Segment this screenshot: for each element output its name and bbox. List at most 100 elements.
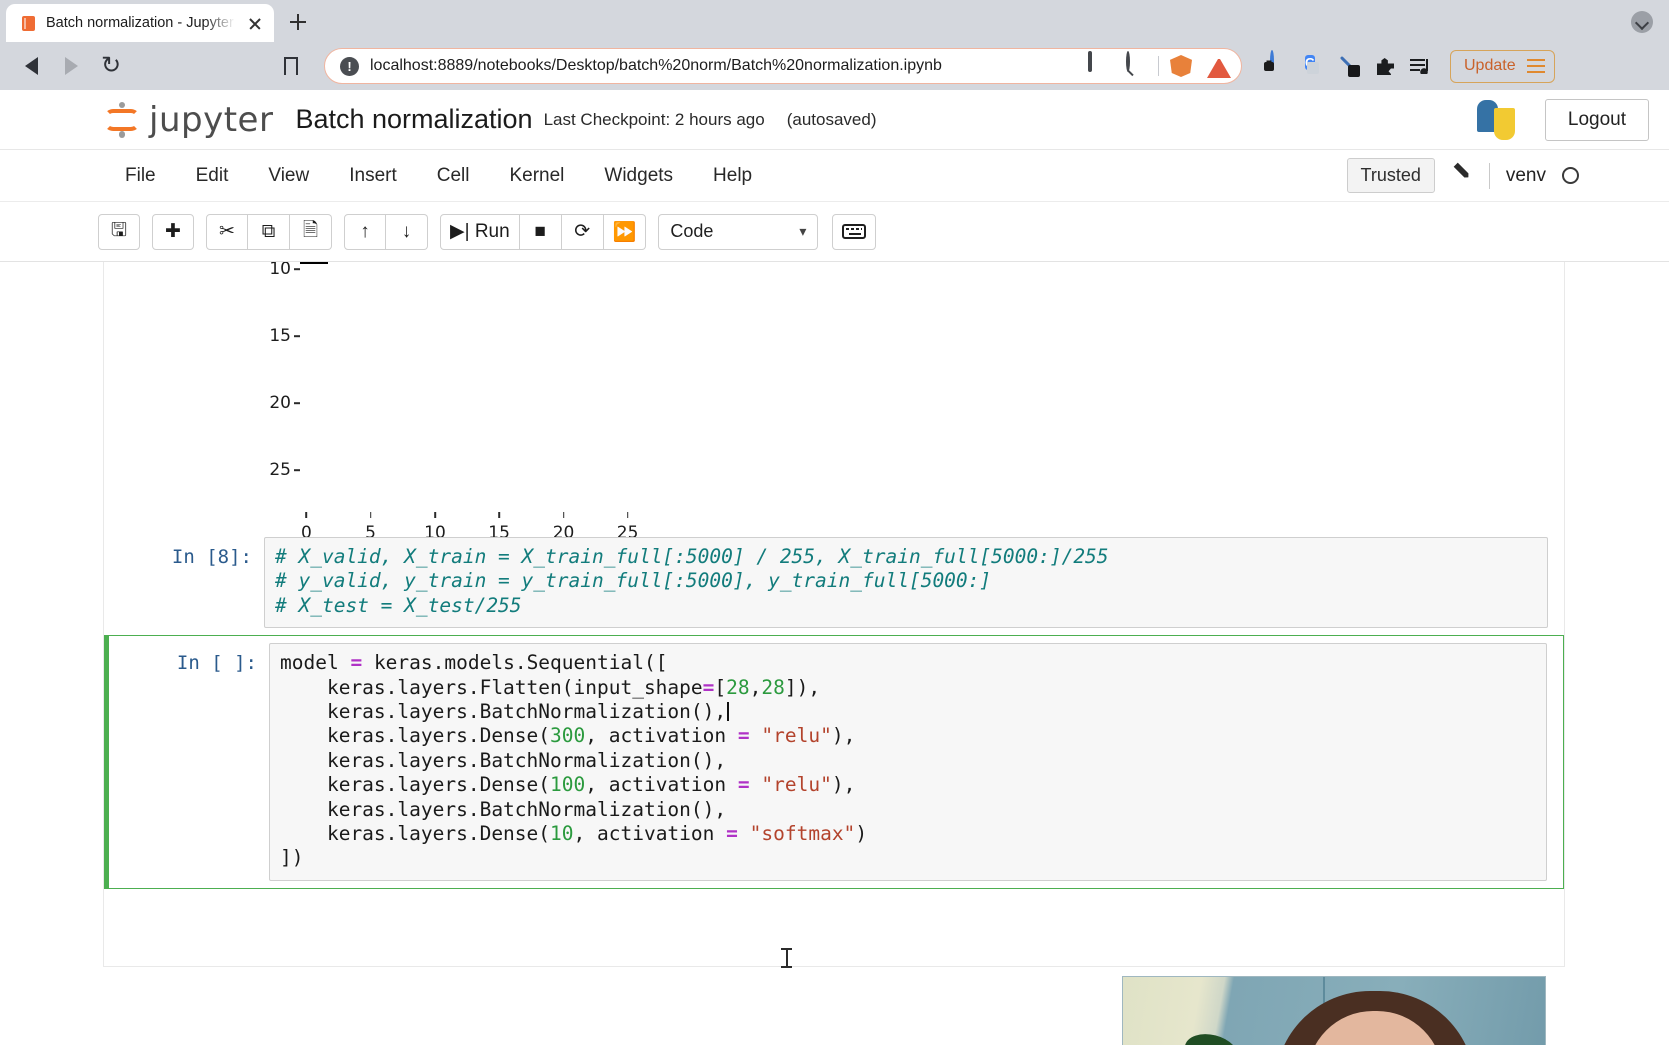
code-cell[interactable]: In [8]: # X_valid, X_train = X_train_ful… (104, 530, 1564, 635)
insert-group: ✚ (152, 214, 194, 250)
python-logo-icon (1475, 99, 1517, 141)
reload-button[interactable]: ↻ (92, 49, 130, 83)
tab-title: Batch normalization - Jupyter N (46, 15, 235, 31)
code-line: keras.layers.BatchNormalization(), (280, 749, 1536, 773)
presenter-webcam-overlay[interactable] (1122, 976, 1546, 1045)
code-line: # X_test = X_test/255 (275, 594, 1537, 618)
move-cell-up-button[interactable]: ↑ (344, 214, 386, 250)
browser-chrome: Batch normalization - Jupyter N ↻ localh… (0, 0, 1669, 90)
extensions-area: G Update (1266, 50, 1555, 83)
code-text: , (750, 676, 762, 699)
cell-input-area[interactable]: model = keras.models.Sequential([ keras.… (269, 643, 1547, 881)
brave-rewards-icon[interactable] (1207, 59, 1231, 78)
trusted-badge[interactable]: Trusted (1347, 158, 1435, 193)
code-text: keras.layers.Dense( (280, 724, 550, 747)
code-text: ) (855, 822, 867, 845)
notebook-title[interactable]: Batch normalization (295, 104, 532, 135)
code-text (750, 773, 762, 796)
menu-widgets[interactable]: Widgets (584, 157, 693, 195)
last-checkpoint-label: Last Checkpoint: 2 hours ago (544, 110, 765, 130)
brave-lion-icon[interactable] (1170, 55, 1192, 77)
restart-kernel-button[interactable]: ⟳ (562, 214, 604, 250)
menu-edit[interactable]: Edit (176, 157, 249, 195)
back-arrow-icon (25, 57, 38, 75)
code-line: model = keras.models.Sequential([ (280, 651, 1536, 675)
puzzle-extensions-icon[interactable] (1371, 52, 1399, 80)
paste-cell-button[interactable]: 🗎 (290, 214, 332, 250)
browser-menu-icon[interactable] (1527, 59, 1545, 73)
code-text: ), (832, 724, 855, 747)
code-line: keras.layers.BatchNormalization(), (280, 700, 1536, 724)
jupyter-logo-icon (105, 102, 139, 138)
cell-type-select[interactable]: Code ▾ (658, 214, 818, 250)
restart-and-run-all-button[interactable]: ⏩ (604, 214, 647, 250)
code-text: , activation (585, 724, 738, 747)
cell-prompt: In [8]: (104, 537, 264, 568)
menu-bar: File Edit View Insert Cell Kernel Widget… (0, 150, 1669, 202)
menu-kernel[interactable]: Kernel (489, 157, 584, 195)
menu-file[interactable]: File (105, 157, 176, 195)
code-line: # X_valid, X_train = X_train_full[:5000]… (275, 545, 1537, 569)
code-line: keras.layers.Flatten(input_shape=[28,28]… (280, 676, 1536, 700)
back-button[interactable] (12, 49, 50, 83)
code-text: model (280, 651, 350, 674)
site-info-icon[interactable] (340, 57, 359, 76)
bookmark-button[interactable] (272, 49, 310, 83)
logout-button[interactable]: Logout (1545, 99, 1649, 141)
menu-cell[interactable]: Cell (417, 157, 490, 195)
cell-input-area[interactable]: # X_valid, X_train = X_train_full[:5000]… (264, 537, 1548, 628)
menu-help[interactable]: Help (693, 157, 772, 195)
update-button[interactable]: Update (1450, 50, 1555, 83)
y-tick-label: 15 (269, 326, 291, 346)
address-bar[interactable]: localhost:8889/notebooks/Desktop/batch%2… (324, 48, 1242, 84)
jupyter-notebook-app: jupyter Batch normalization Last Checkpo… (0, 90, 1669, 1045)
chevron-down-icon: ▾ (799, 223, 806, 240)
close-icon[interactable] (244, 12, 266, 34)
plant (1129, 1013, 1259, 1045)
update-button-label: Update (1464, 57, 1516, 75)
pencil-icon[interactable] (1451, 165, 1473, 187)
new-tab-button[interactable] (281, 5, 315, 39)
google-translate-icon[interactable]: G (1301, 52, 1329, 80)
tab-strip: Batch normalization - Jupyter N (0, 0, 1669, 42)
menu-insert[interactable]: Insert (329, 157, 417, 195)
shield-lock-icon[interactable] (1266, 52, 1294, 80)
code-text (750, 724, 762, 747)
move-cell-down-button[interactable]: ↓ (386, 214, 428, 250)
code-text: keras.layers.BatchNormalization(), (280, 798, 726, 821)
code-text: keras.layers.BatchNormalization(), (280, 749, 726, 772)
kernel-idle-indicator-icon (1562, 167, 1579, 184)
qr-code-icon[interactable] (1084, 53, 1110, 79)
color-picker-icon[interactable] (1336, 52, 1364, 80)
presenter (1255, 983, 1505, 1045)
y-tick-label: 25 (269, 460, 291, 480)
copy-cell-button[interactable]: ⧉ (248, 214, 290, 250)
code-cell-selected[interactable]: In [ ]: model = keras.models.Sequential(… (104, 635, 1564, 889)
cell-output-image: 10 15 20 25 0 5 10 15 20 (104, 262, 1564, 530)
chevron-down-icon[interactable] (1631, 11, 1653, 33)
zoom-icon[interactable] (1121, 53, 1147, 79)
left-gutter (0, 262, 104, 1045)
interrupt-kernel-button[interactable]: ■ (520, 214, 562, 250)
autosave-status: (autosaved) (787, 110, 877, 130)
code-text: , activation (574, 822, 727, 845)
forward-button[interactable] (52, 49, 90, 83)
code-text: ]), (785, 676, 820, 699)
code-text: keras.layers.Flatten(input_shape (280, 676, 703, 699)
insert-cell-below-button[interactable]: ✚ (152, 214, 194, 250)
text-cursor (727, 702, 729, 721)
run-group: ▶| Run ■ ⟳ ⏩ (440, 214, 646, 250)
cut-cell-button[interactable]: ✂ (206, 214, 248, 250)
code-text: keras.layers.Dense( (280, 773, 550, 796)
command-palette-button[interactable] (832, 214, 876, 250)
save-button[interactable]: 🖫 (98, 214, 140, 250)
browser-tab[interactable]: Batch normalization - Jupyter N (6, 4, 274, 42)
playlist-icon[interactable] (1406, 52, 1434, 80)
code-text: ]) (280, 846, 303, 869)
notebook-toolbar: 🖫 ✚ ✂ ⧉ 🗎 ↑ ↓ ▶| Run ■ ⟳ ⏩ Code ▾ (0, 202, 1669, 262)
palette-group (832, 214, 876, 250)
run-cell-button[interactable]: ▶| Run (440, 214, 520, 250)
notebook-favicon (20, 15, 37, 32)
menu-view[interactable]: View (248, 157, 329, 195)
jupyter-logo[interactable]: jupyter (105, 100, 273, 140)
